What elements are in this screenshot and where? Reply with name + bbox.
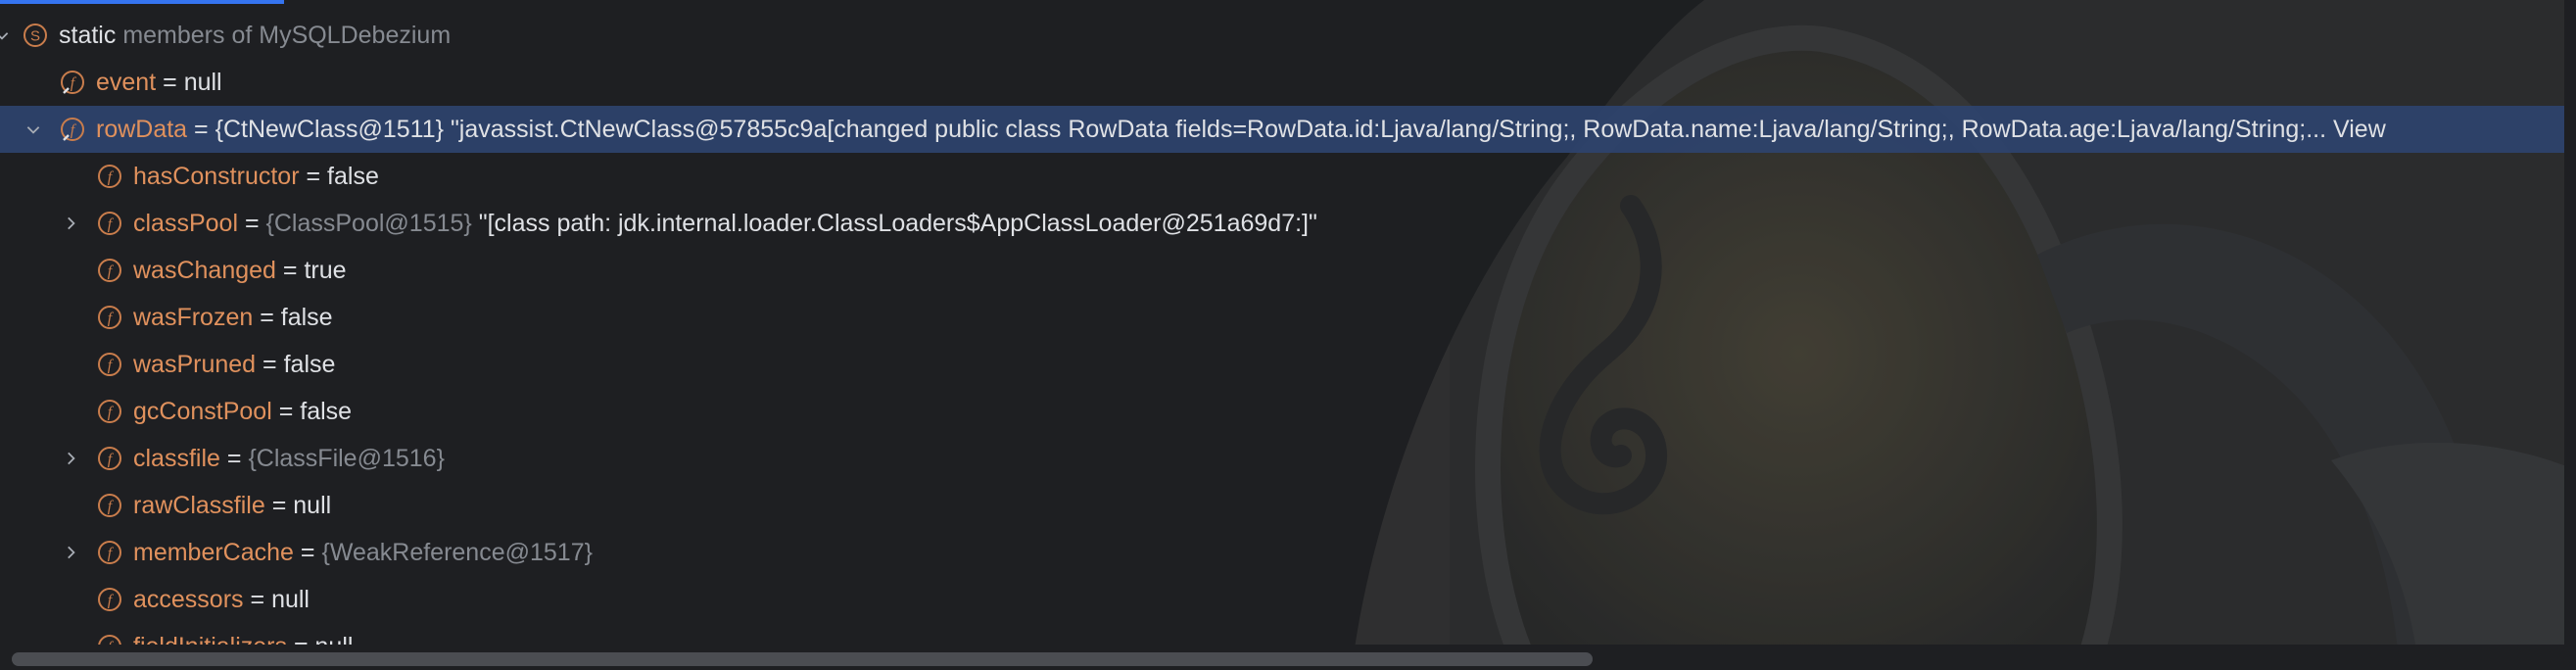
svg-text:f: f <box>108 358 115 374</box>
field-type: {ClassFile@1516} <box>248 444 445 472</box>
field-name: memberCache <box>133 538 294 566</box>
field-name: rowData <box>96 115 188 143</box>
tree-row-event[interactable]: f event = null <box>0 59 2576 106</box>
field-f-icon: f <box>96 257 123 284</box>
field-value: true <box>304 256 347 284</box>
field-name: hasConstructor <box>133 162 300 190</box>
tree-row-waschanged[interactable]: f wasChanged = true <box>0 247 2576 294</box>
svg-text:f: f <box>108 499 115 515</box>
variables-tree[interactable]: S static members of MySQLDebezium f even… <box>0 12 2576 670</box>
horizontal-scrollbar[interactable] <box>0 645 2576 670</box>
field-name: event <box>96 68 157 96</box>
field-value: "[class path: jdk.internal.loader.ClassL… <box>478 209 1317 237</box>
svg-text:f: f <box>108 405 115 421</box>
field-f-icon: f <box>96 539 123 566</box>
svg-text:f: f <box>71 122 77 139</box>
field-name: accessors <box>133 585 244 613</box>
static-field-icon: f <box>59 69 86 96</box>
view-link[interactable]: View <box>2333 116 2386 143</box>
field-name: classfile <box>133 444 220 472</box>
svg-text:f: f <box>108 546 115 562</box>
chevron-right-icon[interactable] <box>59 212 82 235</box>
field-value: null <box>271 585 310 613</box>
static-members-label: members of MySQLDebezium <box>122 21 452 49</box>
field-type: {CtNewClass@1511} <box>215 115 444 143</box>
field-f-icon: f <box>96 304 123 331</box>
tree-row-classpool[interactable]: f classPool = {ClassPool@1515} "[class p… <box>0 200 2576 247</box>
svg-text:f: f <box>71 75 77 92</box>
field-f-icon: f <box>96 398 123 425</box>
field-f-icon: f <box>96 351 123 378</box>
svg-text:f: f <box>108 263 115 280</box>
tab-accent-bar <box>0 0 284 4</box>
field-name: classPool <box>133 209 238 237</box>
chevron-down-icon[interactable] <box>22 118 45 141</box>
field-f-icon: f <box>96 586 123 613</box>
tree-row-rowdata[interactable]: f rowData = {CtNewClass@1511} "javassist… <box>0 106 2576 153</box>
svg-text:S: S <box>30 28 40 45</box>
svg-text:f: f <box>108 311 115 327</box>
field-value: null <box>293 491 332 519</box>
field-name: wasPruned <box>133 350 257 378</box>
tree-row-gcconstpool[interactable]: f gcConstPool = false <box>0 388 2576 435</box>
tree-row-rawclassfile[interactable]: f rawClassfile = null <box>0 482 2576 529</box>
tree-row-hasconstructor[interactable]: f hasConstructor = false <box>0 153 2576 200</box>
tree-row-waspruned[interactable]: f wasPruned = false <box>0 341 2576 388</box>
tree-row-wasfrozen[interactable]: f wasFrozen = false <box>0 294 2576 341</box>
field-f-icon: f <box>96 163 123 190</box>
field-f-icon: f <box>96 492 123 519</box>
tree-row-classfile[interactable]: f classfile = {ClassFile@1516} <box>0 435 2576 482</box>
field-value: false <box>327 162 379 190</box>
field-value: null <box>183 68 222 96</box>
field-value: "javassist.CtNewClass@57855c9a[changed p… <box>450 115 2327 143</box>
svg-text:f: f <box>108 452 115 468</box>
field-value: false <box>280 303 333 331</box>
static-keyword: static <box>59 21 117 49</box>
svg-text:f: f <box>108 593 115 609</box>
vertical-scrollbar[interactable] <box>2564 0 2576 645</box>
static-field-icon: f <box>59 116 86 143</box>
horizontal-scrollbar-thumb[interactable] <box>12 652 1593 666</box>
field-name: rawClassfile <box>133 491 265 519</box>
field-name: wasFrozen <box>133 303 254 331</box>
field-f-icon: f <box>96 210 123 237</box>
svg-text:f: f <box>108 216 115 233</box>
chevron-right-icon[interactable] <box>59 541 82 564</box>
field-type: {WeakReference@1517} <box>321 538 593 566</box>
tree-row-static-members[interactable]: S static members of MySQLDebezium <box>0 12 2576 59</box>
svg-text:f: f <box>108 169 115 186</box>
chevron-down-icon[interactable] <box>0 24 14 47</box>
tree-row-accessors[interactable]: f accessors = null <box>0 576 2576 623</box>
field-value: false <box>300 397 353 425</box>
static-s-icon: S <box>22 22 49 49</box>
field-value: false <box>283 350 336 378</box>
tree-row-membercache[interactable]: f memberCache = {WeakReference@1517} <box>0 529 2576 576</box>
field-name: gcConstPool <box>133 397 272 425</box>
field-f-icon: f <box>96 445 123 472</box>
field-type: {ClassPool@1515} <box>265 209 472 237</box>
field-name: wasChanged <box>133 256 276 284</box>
debugger-variables-panel: S static members of MySQLDebezium f even… <box>0 0 2576 670</box>
chevron-right-icon[interactable] <box>59 447 82 470</box>
